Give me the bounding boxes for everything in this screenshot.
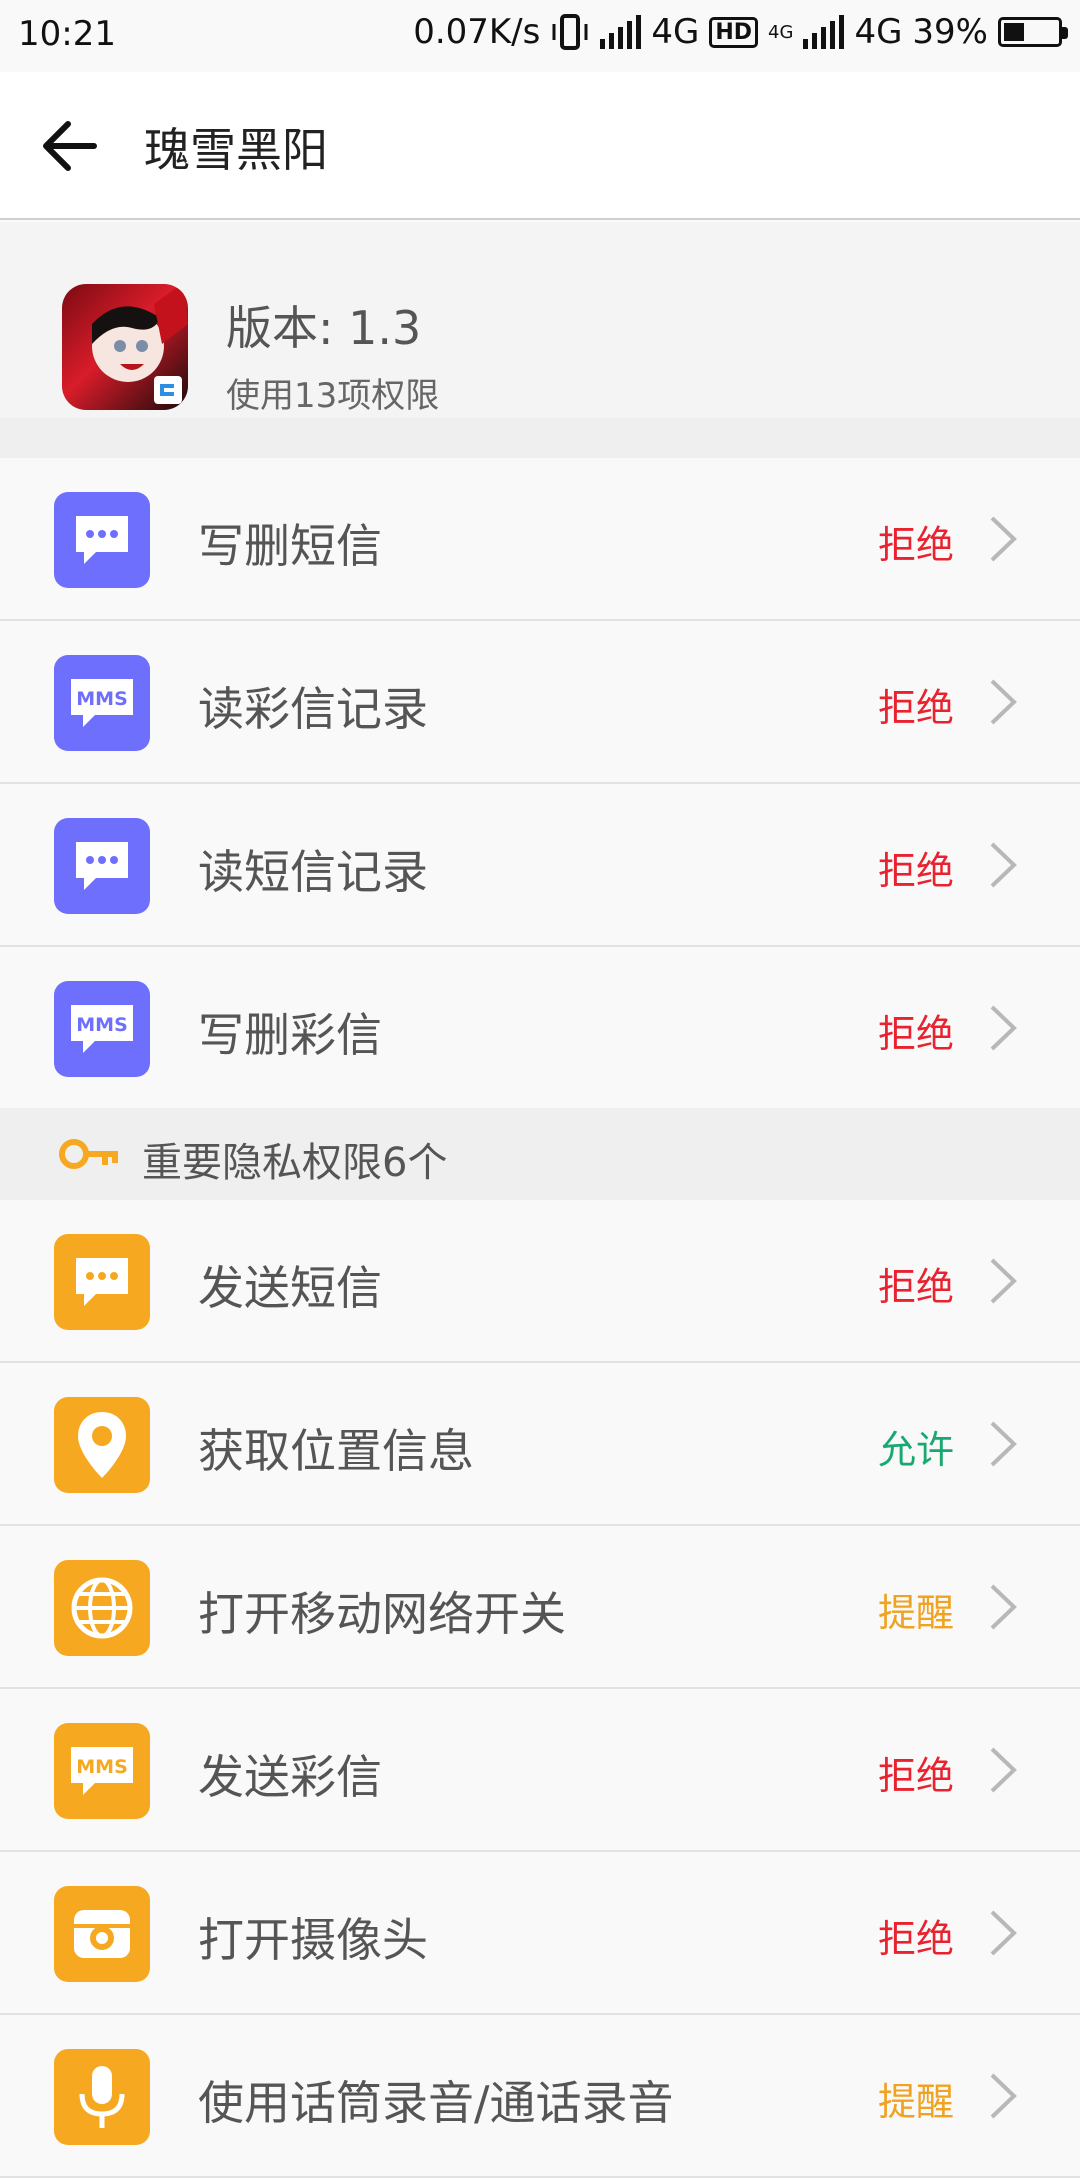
- permission-label: 打开移动网络开关: [198, 1587, 566, 1641]
- permission-label: 打开摄像头: [198, 1913, 428, 1967]
- chevron-right-icon: [990, 679, 1017, 725]
- permission-label: 发送短信: [198, 1261, 382, 1315]
- chevron-right-icon: [990, 1258, 1017, 1304]
- section-header-partial: [0, 418, 1080, 458]
- signal-icon: [600, 15, 642, 49]
- permission-row[interactable]: MMS 读彩信记录 拒绝: [0, 621, 1080, 784]
- permission-row[interactable]: 打开移动网络开关 提醒: [0, 1526, 1080, 1689]
- permission-status: 拒绝: [877, 1012, 954, 1056]
- permission-row[interactable]: 发送短信 拒绝: [0, 1200, 1080, 1363]
- mms-icon-text: MMS: [76, 688, 128, 710]
- microphone-icon: [54, 2049, 150, 2145]
- chevron-right-icon: [990, 1421, 1017, 1467]
- permission-status: 提醒: [877, 1591, 954, 1635]
- network-type-2: 4G: [854, 12, 903, 52]
- mms-icon: MMS: [54, 1723, 150, 1819]
- camera-icon: [54, 1886, 150, 1982]
- message-icon: [54, 818, 150, 914]
- network-type-1: 4G: [651, 12, 700, 52]
- permission-status: 拒绝: [877, 1917, 954, 1961]
- permission-row[interactable]: 读短信记录 拒绝: [0, 784, 1080, 947]
- status-right: 0.07K/s 4G HD 4G 4G 39%: [413, 12, 1068, 52]
- back-arrow-icon[interactable]: [40, 116, 100, 176]
- chevron-right-icon: [990, 1584, 1017, 1630]
- permission-status: 拒绝: [877, 1265, 954, 1309]
- permission-row[interactable]: 打开摄像头 拒绝: [0, 1852, 1080, 2015]
- mms-icon-text: MMS: [76, 1756, 128, 1778]
- permission-label: 写删彩信: [198, 1008, 382, 1062]
- permission-row[interactable]: 获取位置信息 允许: [0, 1363, 1080, 1526]
- important-permission-list: 发送短信 拒绝 获取位置信息 允许 打开移动网络开关 提醒 MMS 发送彩信 拒…: [0, 1200, 1080, 2178]
- section-title: 重要隐私权限6个: [142, 1140, 448, 1186]
- hd-badge: HD: [709, 16, 759, 48]
- battery-percent: 39%: [912, 12, 988, 52]
- permission-row[interactable]: 使用话筒录音/通话录音 提醒: [0, 2015, 1080, 2178]
- page-title: 瑰雪黑阳: [144, 123, 328, 177]
- app-version: 版本: 1.3: [226, 301, 422, 355]
- network-type-small: 4G: [768, 21, 794, 43]
- permission-count: 使用13项权限: [226, 376, 440, 416]
- permission-label: 读短信记录: [198, 845, 428, 899]
- mms-icon: MMS: [54, 655, 150, 751]
- permission-row[interactable]: MMS 发送彩信 拒绝: [0, 1689, 1080, 1852]
- permission-label: 使用话筒录音/通话录音: [198, 2076, 674, 2130]
- status-bar: 10:21 0.07K/s 4G HD 4G 4G 39%: [0, 0, 1080, 72]
- app-info: 版本: 1.3 使用13项权限: [0, 222, 1080, 422]
- permission-status: 拒绝: [877, 849, 954, 893]
- message-icon: [54, 1234, 150, 1330]
- chevron-right-icon: [990, 1005, 1017, 1051]
- permission-row[interactable]: 写删短信 拒绝: [0, 458, 1080, 621]
- sms-permission-list: 写删短信 拒绝 MMS 读彩信记录 拒绝 读短信记录 拒绝 MMS 写删彩信 拒…: [0, 458, 1080, 1110]
- mms-icon: MMS: [54, 981, 150, 1077]
- vibrate-icon: [552, 14, 588, 50]
- globe-icon: [54, 1560, 150, 1656]
- chevron-right-icon: [990, 516, 1017, 562]
- chevron-right-icon: [990, 1910, 1017, 1956]
- section-header-important: 重要隐私权限6个: [0, 1108, 1080, 1200]
- permission-status: 拒绝: [877, 1754, 954, 1798]
- chevron-right-icon: [990, 1747, 1017, 1793]
- app-bar: 瑰雪黑阳: [0, 72, 1080, 220]
- status-time: 10:21: [18, 14, 116, 54]
- app-icon-art: [92, 284, 188, 404]
- permission-label: 获取位置信息: [198, 1424, 474, 1478]
- key-icon: [59, 1139, 118, 1169]
- permission-status: 拒绝: [877, 523, 954, 567]
- permission-status: 提醒: [877, 2080, 954, 2124]
- permission-label: 读彩信记录: [198, 682, 428, 736]
- permission-status: 允许: [877, 1428, 954, 1472]
- permission-label: 发送彩信: [198, 1750, 382, 1804]
- permission-status: 拒绝: [877, 686, 954, 730]
- message-icon: [54, 492, 150, 588]
- mms-icon-text: MMS: [76, 1014, 128, 1036]
- battery-icon: [998, 17, 1068, 47]
- permission-label: 写删短信: [198, 519, 382, 573]
- chevron-right-icon: [990, 2073, 1017, 2119]
- permission-row[interactable]: MMS 写删彩信 拒绝: [0, 947, 1080, 1110]
- net-speed: 0.07K/s: [413, 12, 541, 52]
- app-icon: [62, 284, 188, 410]
- chevron-right-icon: [990, 842, 1017, 888]
- signal-icon-2: [803, 15, 845, 49]
- location-icon: [54, 1397, 150, 1493]
- battery-fill: [1004, 23, 1025, 41]
